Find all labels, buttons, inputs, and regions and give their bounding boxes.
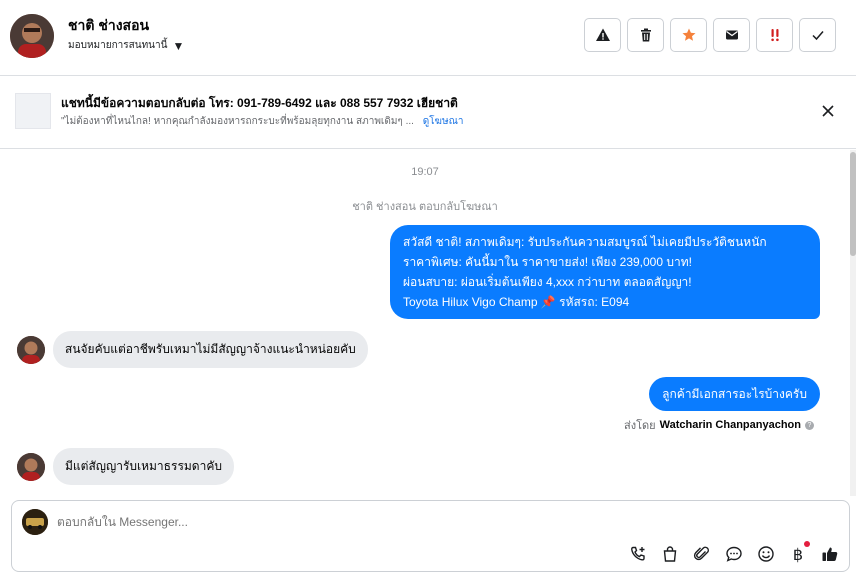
contact-name[interactable]: ชาติ ช่างสอน [68, 15, 149, 37]
composer-toolbar: ฿ [629, 541, 839, 564]
priority-icon [770, 29, 779, 42]
paperclip-icon [693, 546, 709, 561]
assign-label: มอบหมายการสนทนานี้ [68, 40, 168, 51]
ad-context-banner: แชทนี้มีข้อความตอบกลับต่อ โทร: 091-789-6… [0, 77, 856, 149]
outgoing-message-bubble[interactable]: สวัสดี ชาติ! สภาพเดิมๆ: รับประกันความสมบ… [390, 225, 820, 319]
sent-by-name: Watcharin Chanpanyachon [659, 419, 801, 431]
star-button[interactable] [670, 18, 707, 52]
message-line: สวัสดี ชาติ! สภาพเดิมๆ: รับประกันความสมบ… [403, 235, 767, 249]
baht-icon: ฿ [792, 544, 804, 564]
thumbs-up-icon [822, 547, 838, 561]
system-note: ชาติ ช่างสอน ตอบกลับโฆษณา [352, 201, 498, 213]
message-line: ราคาพิเศษ: คันนี้มาใน ราคาขายส่ง! เพียง … [403, 255, 692, 269]
attach-button[interactable] [693, 545, 711, 563]
sent-by-prefix: ส่งโดย [624, 420, 656, 432]
mark-unread-button[interactable] [713, 18, 750, 52]
priority-button[interactable] [756, 18, 793, 52]
caret-down-icon: ▼ [172, 38, 185, 53]
contact-avatar-small[interactable] [17, 335, 45, 364]
close-icon[interactable] [820, 103, 836, 119]
incoming-message-row: มีแต่สัญญารับเหมาธรรมดาคับ [17, 448, 234, 485]
star-icon [682, 28, 695, 41]
call-add-icon [631, 546, 645, 561]
report-spam-button[interactable] [584, 18, 621, 52]
emoji-button[interactable] [757, 545, 775, 563]
contact-avatar[interactable] [10, 14, 54, 58]
call-add-button[interactable] [629, 545, 647, 563]
banner-title: แชทนี้มีข้อความตอบกลับต่อ โทร: 091-789-6… [61, 96, 458, 110]
sent-by-label: ส่งโดย Watcharin Chanpanyachon ? [624, 416, 814, 434]
mark-done-button[interactable] [799, 18, 836, 52]
chat-bubble-icon [726, 546, 742, 562]
incoming-message-row: สนจัยคับแต่อาชีพรับเหมาไม่มีสัญญาจ้างแนะ… [17, 331, 368, 368]
assign-conversation-dropdown[interactable]: มอบหมายการสนทนานี้ ▼ [68, 38, 184, 53]
incoming-message-bubble[interactable]: สนจัยคับแต่อาชีพรับเหมาไม่มีสัญญาจ้างแนะ… [53, 331, 368, 368]
notification-dot [804, 541, 810, 547]
saved-replies-button[interactable] [725, 545, 743, 563]
contact-avatar-small[interactable] [17, 452, 45, 481]
check-icon [811, 31, 824, 41]
page-avatar [22, 509, 48, 535]
info-icon[interactable]: ? [805, 420, 814, 430]
warning-icon [595, 28, 610, 41]
scrollbar-thumb[interactable] [850, 152, 856, 256]
mail-icon [725, 30, 738, 40]
conversation-header: ชาติ ช่างสอน มอบหมายการสนทนานี้ ▼ [0, 0, 856, 76]
ad-thumbnail[interactable] [15, 93, 51, 129]
delete-button[interactable] [627, 18, 664, 52]
outgoing-message-bubble[interactable]: ลูกค้ามีเอกสารอะไรบ้างครับ [649, 377, 820, 411]
banner-snippet: "ไม่ต้องหาที่ไหนไกล! หากคุณกำลังมองหารถก… [61, 116, 414, 127]
incoming-message-bubble[interactable]: มีแต่สัญญารับเหมาธรรมดาคับ [53, 448, 234, 485]
message-line: Toyota Hilux Vigo Champ 📌 รหัสรถ: E094 [403, 295, 630, 309]
reply-input[interactable] [57, 515, 357, 529]
header-actions [584, 18, 836, 52]
emoji-icon [758, 546, 774, 562]
message-composer: ฿ [11, 500, 850, 572]
shop-button[interactable] [661, 545, 679, 563]
message-thread: 19:07 ชาติ ช่างสอน ตอบกลับโฆษณา สวัสดี ช… [0, 150, 850, 496]
trash-icon [640, 28, 651, 42]
view-ad-link[interactable]: ดูโฆษณา [423, 116, 464, 127]
payment-button[interactable]: ฿ [789, 541, 810, 564]
timestamp: 19:07 [411, 166, 439, 178]
shopping-bag-icon [663, 546, 677, 562]
like-button[interactable] [821, 545, 839, 563]
message-line: ผ่อนสบาย: ผ่อนเริ่มต้นเพียง 4,xxx กว่าบา… [403, 275, 692, 289]
banner-subtitle: "ไม่ต้องหาที่ไหนไกล! หากคุณกำลังมองหารถก… [61, 114, 463, 129]
